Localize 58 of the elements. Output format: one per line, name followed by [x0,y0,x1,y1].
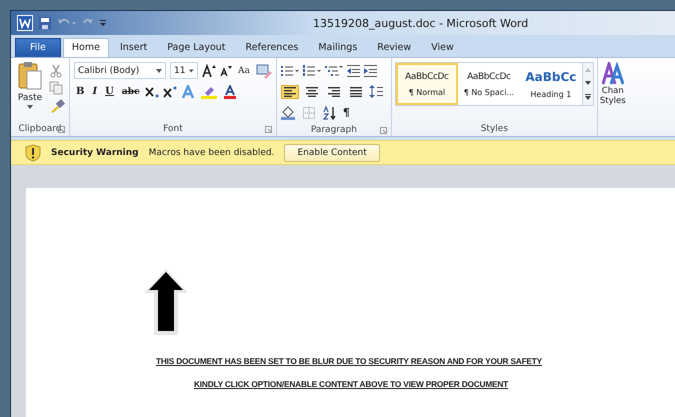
subscript-icon[interactable] [145,86,160,98]
highlighter-icon[interactable] [201,84,220,98]
document-text: KINDLY CLICK OPTION/ENABLE CONTENT ABOVE TO VIEW PROPER DOCUMENT [194,379,508,389]
superscript-icon[interactable] [163,86,178,98]
dropdown-arrow-icon [156,68,162,72]
ribbon-tab[interactable]: Home [62,38,109,57]
group-label: Paragraph [310,125,357,135]
ribbon-tab[interactable]: View [422,38,463,57]
style-item[interactable]: AaBbCcDc ¶ No Spaci... [458,63,520,105]
multilevel-list-icon[interactable] [324,64,343,76]
paste-button[interactable]: Paste [15,61,45,119]
change-styles-icon [602,62,624,86]
file-menu-button[interactable]: File [15,38,61,57]
scissors-icon[interactable] [49,64,63,78]
text-format-button[interactable]: B [74,86,86,97]
enable-content-button[interactable]: Enable Content [284,144,380,162]
warning-title: Security Warning [51,148,139,158]
decrease-indent-icon[interactable] [346,64,360,76]
ribbon-tab[interactable]: References [236,38,308,57]
shield-warning-icon [25,144,41,162]
font-name-field[interactable]: Calibri (Body) [74,62,166,79]
increase-indent-icon[interactable] [364,64,377,76]
ribbon-tab[interactable]: Review [368,38,420,57]
grow-font-icon[interactable] [202,64,216,78]
dropdown-arrow-icon [189,68,194,72]
up-arrow-icon [143,268,189,336]
save-icon[interactable] [38,16,52,30]
warning-message: Macros have been disabled. [148,148,274,158]
text-format-button[interactable]: U [103,86,116,97]
font-size-field[interactable]: 11 [170,62,198,79]
format-painter-icon[interactable] [49,98,65,114]
ribbon-tab[interactable]: Mailings [309,38,366,57]
group-label: Font [163,124,183,134]
dropdown-arrow-icon [27,105,33,109]
customize-menu-icon[interactable] [99,18,107,28]
bullets-icon[interactable] [280,64,299,76]
change-case-button[interactable]: Aa [236,66,252,76]
text-format-button[interactable]: abc [120,86,142,96]
text-format-button[interactable]: I [90,86,100,97]
group-label: Clipboard [18,124,62,134]
document-text: THIS DOCUMENT HAS BEEN SET TO BE BLUR DUE TO SECURITY REASON AND FOR YOUR SAFETY [156,356,542,366]
shrink-font-icon[interactable] [220,64,232,76]
more-styles-icon[interactable] [584,94,591,100]
word-logo-icon[interactable] [17,15,33,31]
clear-formatting-icon[interactable] [256,62,272,78]
group-label: Styles [480,124,508,134]
sort-icon[interactable] [322,106,337,120]
scroll-down-icon[interactable] [584,80,591,85]
style-item[interactable]: AaBbCcDc ¶ Normal [396,63,458,105]
style-item[interactable]: AaBbCc Heading 1 [520,63,582,105]
ribbon-tab[interactable]: Insert [110,38,156,57]
change-styles-button[interactable]: Chan Styles [598,58,628,136]
numbering-icon[interactable] [302,64,321,76]
show-formatting-button[interactable]: ¶ [340,106,352,119]
ribbon-tab[interactable]: Page Layout [158,38,235,57]
clipboard-icon [17,61,43,91]
window-title: 13519208_august.doc - Microsoft Word [313,16,528,30]
alignment-button[interactable] [280,84,299,98]
